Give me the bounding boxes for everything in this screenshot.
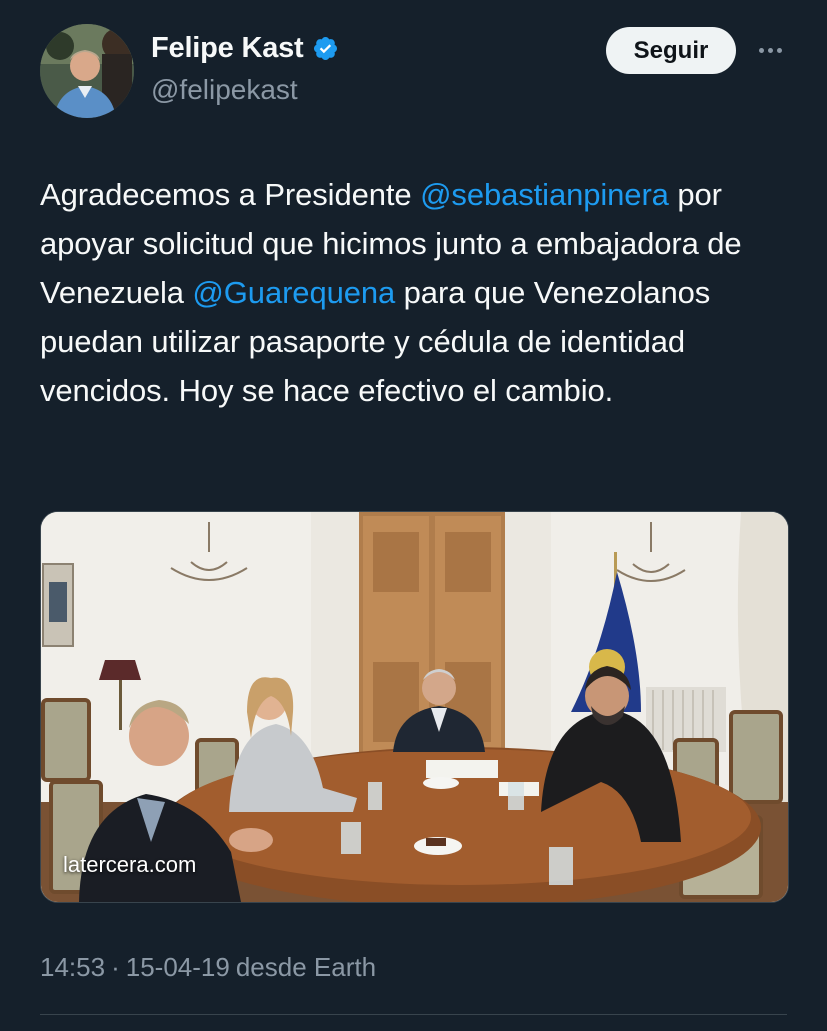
tweet-text: Agradecemos a Presidente @sebastianpiner… <box>40 170 800 415</box>
display-name[interactable]: Felipe Kast <box>151 32 304 65</box>
follow-button[interactable]: Seguir <box>606 27 736 74</box>
tweet-date[interactable]: 15-04-19 <box>126 952 230 983</box>
meta-separator: · <box>111 952 120 982</box>
user-handle[interactable]: @felipekast <box>151 74 298 106</box>
meeting-photo-image <box>41 512 788 902</box>
user-name-row: Felipe Kast <box>151 32 339 65</box>
tweet-media-photo[interactable] <box>40 511 789 903</box>
more-options-icon[interactable] <box>752 38 788 62</box>
tweet-source[interactable]: desde Earth <box>236 952 376 983</box>
avatar-image <box>40 24 134 118</box>
divider <box>40 1014 787 1015</box>
mention-link[interactable]: @Guarequena <box>192 275 395 310</box>
media-source-label: latercera.com <box>63 852 197 877</box>
tweet-metadata: 14:53 · 15-04-19 desde Earth <box>40 952 376 983</box>
profile-avatar[interactable] <box>40 24 134 118</box>
verified-badge-icon[interactable] <box>312 35 339 62</box>
mention-link[interactable]: @sebastianpinera <box>420 177 669 212</box>
tweet-time[interactable]: 14:53 <box>40 952 105 983</box>
tweet-text-part: Agradecemos a Presidente <box>40 177 421 212</box>
